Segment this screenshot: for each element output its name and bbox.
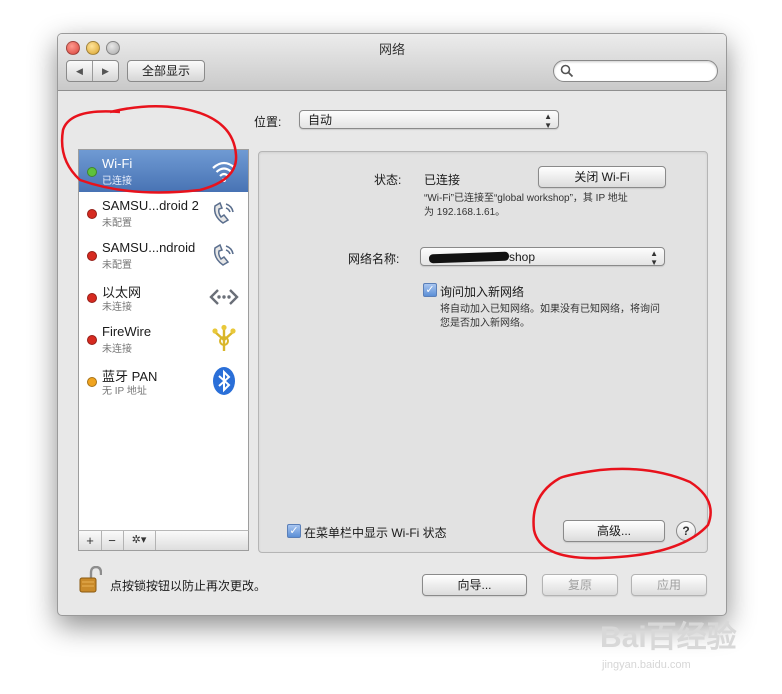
annotation-overlay (60, 105, 712, 560)
annotation-circle-advanced (532, 467, 712, 560)
watermark-url: jingyan.baidu.com (602, 659, 691, 671)
watermark-logo: Bai百经验 (600, 621, 737, 654)
annotation-circle-wifi (60, 105, 238, 194)
baidu-watermark: Bai百经验 jingyan.baidu.com (600, 612, 776, 682)
